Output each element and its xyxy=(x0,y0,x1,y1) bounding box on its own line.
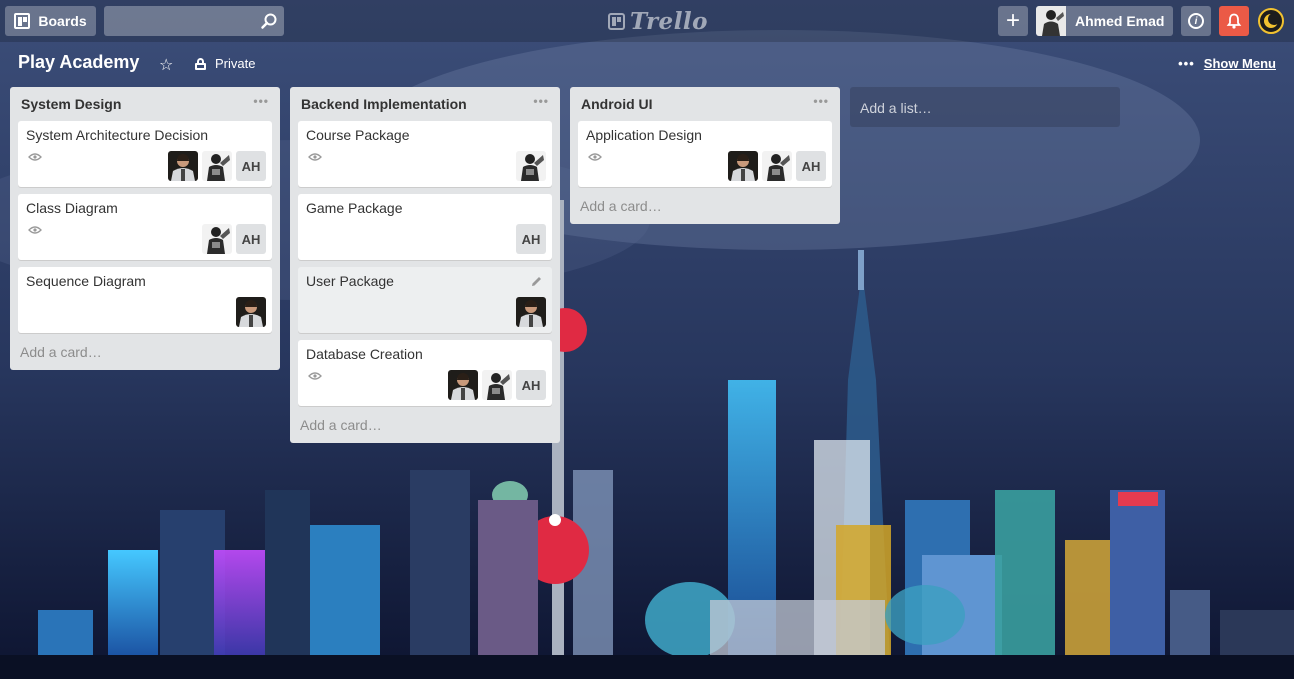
member-initials[interactable]: AH xyxy=(516,370,546,400)
crescent-icon xyxy=(1264,13,1280,28)
card-course-package[interactable]: Course Package xyxy=(298,121,552,187)
list-android-ui: Android UI ••• Application Design AH Add… xyxy=(570,87,840,224)
top-header-bar: Boards Trello + Ahmed Emad i xyxy=(0,0,1294,42)
eye-icon xyxy=(28,153,42,161)
search-input[interactable] xyxy=(104,6,284,36)
lock-icon xyxy=(195,57,206,70)
card-title: Sequence Diagram xyxy=(26,273,146,289)
member-avatar[interactable] xyxy=(168,151,198,181)
search-icon[interactable] xyxy=(260,12,278,30)
visibility-label: Private xyxy=(215,56,256,71)
moon-theme-icon[interactable] xyxy=(1258,8,1284,34)
pencil-edit-icon[interactable] xyxy=(531,276,542,287)
list-title[interactable]: Android UI xyxy=(581,96,653,112)
member-avatar[interactable] xyxy=(482,370,512,400)
list-header: Backend Implementation ••• xyxy=(298,87,552,121)
card-title: Application Design xyxy=(586,127,702,143)
member-initials[interactable]: AH xyxy=(236,151,266,181)
card-game-package[interactable]: Game Package AH xyxy=(298,194,552,260)
info-button[interactable]: i xyxy=(1181,6,1211,36)
add-list-button[interactable]: Add a list… xyxy=(850,87,1120,127)
add-card-link[interactable]: Add a card… xyxy=(578,194,832,216)
list-menu-icon[interactable]: ••• xyxy=(253,94,269,108)
eye-icon xyxy=(588,153,602,161)
member-initials[interactable]: AH xyxy=(796,151,826,181)
user-avatar xyxy=(1036,6,1066,36)
member-menu-button[interactable]: Ahmed Emad xyxy=(1036,6,1173,36)
card-title: Database Creation xyxy=(306,346,423,362)
member-avatar[interactable] xyxy=(516,297,546,327)
member-avatar[interactable] xyxy=(448,370,478,400)
card-user-package[interactable]: User Package xyxy=(298,267,552,333)
card-class-diagram[interactable]: Class Diagram AH xyxy=(18,194,272,260)
boards-button[interactable]: Boards xyxy=(5,6,96,36)
card-members: AH xyxy=(202,224,266,254)
boards-icon xyxy=(14,13,31,29)
bell-icon xyxy=(1226,13,1242,29)
add-card-link[interactable]: Add a card… xyxy=(298,413,552,435)
card-sequence-diagram[interactable]: Sequence Diagram xyxy=(18,267,272,333)
card-application-design[interactable]: Application Design AH xyxy=(578,121,832,187)
list-backend-implementation: Backend Implementation ••• Course Packag… xyxy=(290,87,560,443)
member-initials[interactable]: AH xyxy=(236,224,266,254)
show-menu-button[interactable]: ••• Show Menu xyxy=(1178,56,1276,71)
card-members xyxy=(516,151,546,181)
member-avatar[interactable] xyxy=(236,297,266,327)
list-title[interactable]: Backend Implementation xyxy=(301,96,467,112)
card-members xyxy=(516,297,546,327)
card-members: AH xyxy=(168,151,266,181)
card-database-creation[interactable]: Database Creation AH xyxy=(298,340,552,406)
visibility-button[interactable]: Private xyxy=(195,56,255,71)
user-name: Ahmed Emad xyxy=(1075,13,1165,29)
member-initials[interactable]: AH xyxy=(516,224,546,254)
add-card-link[interactable]: Add a card… xyxy=(18,340,272,362)
list-menu-icon[interactable]: ••• xyxy=(533,94,549,108)
notifications-button[interactable] xyxy=(1219,6,1249,36)
board-title[interactable]: Play Academy xyxy=(18,52,139,73)
card-title: Class Diagram xyxy=(26,200,118,216)
star-icon[interactable]: ☆ xyxy=(159,55,173,75)
boards-label: Boards xyxy=(38,13,87,29)
list-header: System Design ••• xyxy=(18,87,272,121)
list-system-design: System Design ••• System Architecture De… xyxy=(10,87,280,370)
card-title: Game Package xyxy=(306,200,403,216)
trello-logo[interactable]: Trello xyxy=(608,7,709,35)
card-title: System Architecture Decision xyxy=(26,127,209,143)
card-title: User Package xyxy=(306,273,394,289)
add-button[interactable]: + xyxy=(998,6,1028,36)
list-title[interactable]: System Design xyxy=(21,96,121,112)
member-avatar[interactable] xyxy=(762,151,792,181)
eye-icon xyxy=(308,372,322,380)
member-avatar[interactable] xyxy=(202,224,232,254)
eye-icon xyxy=(28,226,42,234)
member-avatar[interactable] xyxy=(516,151,546,181)
list-header: Android UI ••• xyxy=(578,87,832,121)
card-members: AH xyxy=(516,224,546,254)
info-icon: i xyxy=(1188,13,1204,29)
card-title: Course Package xyxy=(306,127,410,143)
trello-logo-icon xyxy=(608,12,625,30)
list-menu-icon[interactable]: ••• xyxy=(813,94,829,108)
eye-icon xyxy=(308,153,322,161)
member-avatar[interactable] xyxy=(728,151,758,181)
more-dots-icon: ••• xyxy=(1178,56,1195,71)
card-members: AH xyxy=(728,151,826,181)
card-members: AH xyxy=(448,370,546,400)
show-menu-label: Show Menu xyxy=(1203,56,1276,71)
card-system-architecture-decision[interactable]: System Architecture Decision AH xyxy=(18,121,272,187)
member-avatar[interactable] xyxy=(202,151,232,181)
trello-logo-text: Trello xyxy=(630,7,709,35)
card-members xyxy=(236,297,266,327)
